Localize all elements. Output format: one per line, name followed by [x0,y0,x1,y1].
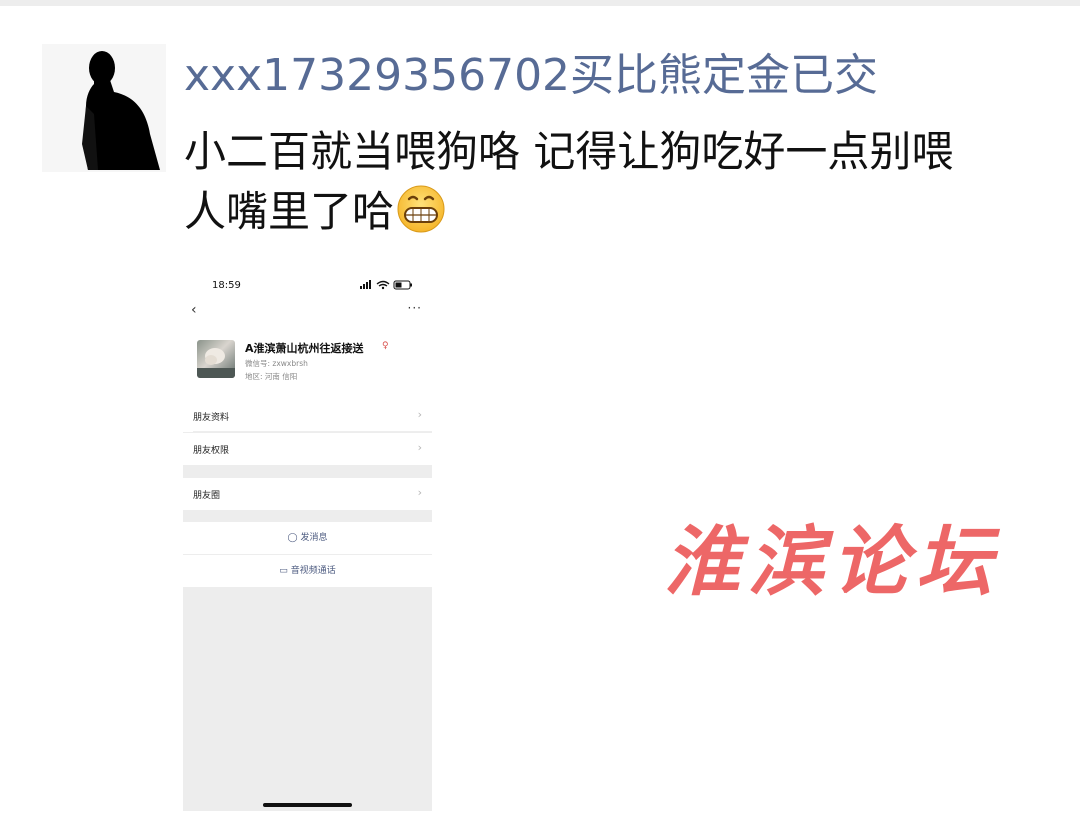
action-label: 音视频通话 [290,566,336,576]
contact-avatar[interactable] [197,340,235,378]
menu-moments[interactable]: 朋友圈 › [183,478,432,510]
gender-icon: ♀ [382,341,389,351]
video-call-button[interactable]: ▭ 音视频通话 [183,555,432,587]
menu-friend-permissions[interactable]: 朋友权限 › [183,433,432,465]
action-label: 发消息 [300,533,328,543]
post-message: 小二百就当喂狗咯 记得让狗吃好一点别喂 人嘴里了哈 [184,122,1064,242]
video-call-icon: ▭ [279,566,288,576]
avatar[interactable] [42,44,166,172]
chevron-right-icon: › [417,486,422,499]
top-divider [0,0,1080,6]
wechat-id: 微信号: zxwxbrsh [245,359,308,368]
dog-photo-icon [197,348,235,378]
more-icon[interactable]: ··· [408,301,422,315]
menu-label: 朋友圈 [193,491,221,501]
back-arrow-icon[interactable]: ‹ [191,302,197,318]
menu-label: 朋友权限 [193,446,230,456]
home-indicator [263,803,352,807]
message-line-2: 人嘴里了哈 [184,182,1064,242]
contact-name: A淮滨萧山杭州往返接送 [245,342,364,355]
chat-bubble-icon: ◯ [287,533,298,543]
attached-screenshot[interactable]: 18:59 ‹ ··· A淮滨萧山杭州往返接送 ♀ 微信号: zxwxbrsh … [183,270,432,811]
region: 地区: 河南 信阳 [245,372,298,381]
chevron-right-icon: › [417,441,422,454]
watermark: 淮滨论坛 [664,517,1000,606]
status-time: 18:59 [212,280,241,291]
chevron-right-icon: › [417,408,422,421]
send-message-button[interactable]: ◯ 发消息 [183,522,432,554]
silhouette-icon [82,51,160,170]
post-username[interactable]: xxx17329356702买比熊定金已交 [184,48,1064,104]
message-line-2-text: 人嘴里了哈 [184,187,395,236]
menu-friend-info[interactable]: 朋友资料 › [183,400,432,432]
grinning-face-icon [397,185,445,233]
message-line-1: 小二百就当喂狗咯 记得让狗吃好一点别喂 [184,127,954,176]
divider [193,431,432,432]
menu-label: 朋友资料 [193,413,230,423]
status-icons [360,280,412,290]
